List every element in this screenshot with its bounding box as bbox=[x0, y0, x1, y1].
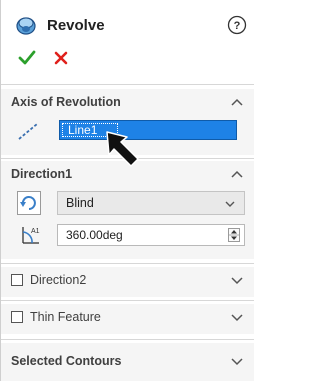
axis-line-icon bbox=[18, 123, 38, 140]
confirm-cancel-bar bbox=[17, 48, 97, 72]
revolve-icon bbox=[16, 17, 36, 35]
close-icon[interactable] bbox=[51, 48, 71, 68]
chevron-up-icon[interactable] bbox=[230, 169, 244, 179]
direction2-section: Direction2 bbox=[1, 267, 254, 297]
end-condition-select[interactable]: Blind bbox=[57, 191, 245, 215]
panel-header: Revolve ? bbox=[9, 12, 249, 40]
reverse-direction-button[interactable] bbox=[17, 191, 41, 215]
angle-row: A1 360.00deg bbox=[17, 223, 245, 247]
divider bbox=[1, 339, 254, 340]
angle-spinner[interactable] bbox=[228, 228, 240, 242]
direction2-label: Direction2 bbox=[30, 273, 87, 287]
help-icon[interactable]: ? bbox=[227, 15, 247, 35]
end-condition-value: Blind bbox=[66, 196, 94, 210]
checkmark-icon[interactable] bbox=[17, 48, 37, 68]
axis-value: Line1 bbox=[68, 123, 98, 137]
divider bbox=[1, 263, 254, 264]
axis-section-header[interactable]: Axis of Revolution bbox=[1, 89, 254, 115]
end-condition-row: Blind bbox=[17, 191, 245, 215]
panel-title: Revolve bbox=[47, 17, 105, 34]
section-title: Axis of Revolution bbox=[11, 95, 121, 109]
thin-feature-checkbox[interactable] bbox=[11, 311, 23, 323]
direction1-section: Direction1 Blind A1 360.00deg bbox=[1, 161, 254, 259]
section-title: Direction1 bbox=[11, 167, 73, 181]
chevron-up-icon[interactable] bbox=[230, 97, 244, 107]
selected-contours-section: Selected Contours bbox=[1, 343, 254, 381]
thin-feature-section: Thin Feature bbox=[1, 304, 254, 334]
angle-value: 360.00deg bbox=[66, 228, 123, 242]
svg-text:A1: A1 bbox=[31, 228, 40, 235]
angle-icon: A1 bbox=[22, 227, 40, 244]
selected-contours-header[interactable]: Selected Contours bbox=[1, 343, 254, 369]
svg-text:?: ? bbox=[234, 20, 241, 32]
chevron-down-icon bbox=[225, 201, 235, 207]
angle-input[interactable]: 360.00deg bbox=[57, 224, 245, 246]
chevron-down-icon[interactable] bbox=[230, 275, 244, 285]
mouse-pointer-icon bbox=[106, 131, 139, 167]
spin-arrows-icon bbox=[229, 230, 239, 240]
chevron-down-icon[interactable] bbox=[230, 312, 244, 322]
chevron-down-icon[interactable] bbox=[230, 356, 244, 366]
direction2-checkbox[interactable] bbox=[11, 274, 23, 286]
divider bbox=[1, 300, 254, 301]
property-manager-panel: Revolve ? Axis of Revolution Line1 Direc… bbox=[0, 0, 254, 381]
thin-feature-label: Thin Feature bbox=[30, 310, 101, 324]
reverse-direction-icon bbox=[20, 196, 36, 210]
divider bbox=[1, 84, 254, 85]
section-title: Selected Contours bbox=[11, 354, 122, 368]
